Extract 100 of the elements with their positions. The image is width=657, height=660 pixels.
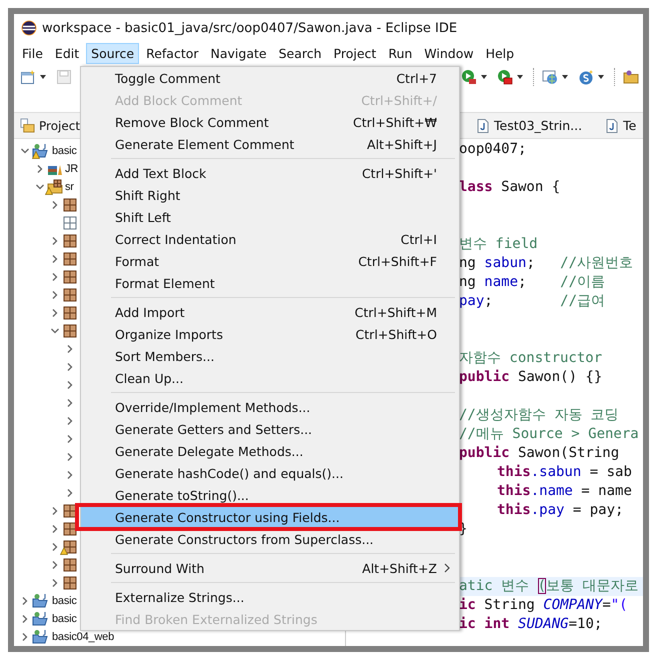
menu-item[interactable]: Generate toString()...	[81, 484, 459, 506]
collapse-chevron-icon[interactable]	[65, 452, 75, 462]
menu-item[interactable]: Run	[383, 43, 418, 64]
collapse-chevron-icon[interactable]	[50, 524, 60, 534]
eclipse-logo-icon	[21, 20, 37, 36]
code-line: lass Sawon {	[459, 179, 560, 195]
collapse-chevron-icon[interactable]	[65, 398, 75, 408]
menu-item[interactable]: Clean Up...	[81, 367, 459, 389]
menu-item[interactable]: Format Element	[81, 272, 459, 294]
collapse-chevron-icon[interactable]	[50, 200, 60, 210]
menu-item-label: Generate hashCode() and equals()...	[115, 466, 344, 480]
collapse-chevron-icon[interactable]	[65, 488, 75, 498]
shortcut-label: Ctrl+Shift+F	[358, 254, 437, 268]
collapse-chevron-icon[interactable]	[35, 164, 45, 174]
java-project-icon	[32, 593, 50, 609]
menu-item[interactable]: Sort Members...	[81, 345, 459, 367]
menu-item-label: Format Element	[115, 276, 216, 290]
caret-icon[interactable]	[597, 73, 605, 81]
collapse-chevron-icon[interactable]	[50, 290, 60, 300]
menu-item[interactable]: Generate Getters and Setters...	[81, 418, 459, 440]
folder-icon[interactable]	[623, 69, 639, 85]
collapse-chevron-icon[interactable]	[20, 596, 30, 606]
caret-icon[interactable]	[39, 73, 47, 81]
run-icon[interactable]	[461, 69, 477, 85]
collapse-chevron-icon[interactable]	[20, 632, 30, 642]
menu-item[interactable]: Shift Right	[81, 184, 459, 206]
collapse-chevron-icon[interactable]	[50, 560, 60, 570]
tree-item-label[interactable]: basic04_web	[52, 631, 114, 643]
expand-chevron-icon[interactable]	[50, 326, 60, 336]
collapse-chevron-icon[interactable]	[20, 614, 30, 624]
expand-chevron-icon[interactable]	[35, 182, 45, 192]
package-icon	[62, 323, 78, 339]
menu-item[interactable]: File	[17, 43, 48, 64]
tree-item-label[interactable]: basic	[52, 145, 77, 157]
menu-item[interactable]: Externalize Strings...	[81, 586, 459, 608]
package-icon	[62, 305, 78, 321]
empty-package-icon	[62, 215, 78, 231]
menu-item[interactable]: Generate hashCode() and equals()...	[81, 462, 459, 484]
menu-item-label: Sort Members...	[115, 348, 216, 364]
code-line: this.name = name	[497, 483, 632, 499]
menu-item[interactable]: Format Ctrl+Shift+F	[81, 250, 459, 272]
collapse-chevron-icon[interactable]	[50, 578, 60, 588]
collapse-chevron-icon[interactable]	[50, 506, 60, 516]
tree-item-label[interactable]: basic	[52, 595, 77, 607]
collapse-chevron-icon[interactable]	[65, 362, 75, 372]
menu-item[interactable]: Surround With Alt+Shift+Z	[81, 557, 459, 579]
menu-item-label: Format	[115, 254, 160, 268]
menu-item-label: Generate Constructors from Superclass...	[115, 532, 375, 546]
menu-item[interactable]: Toggle Comment Ctrl+7	[81, 67, 459, 89]
collapse-chevron-icon[interactable]	[65, 416, 75, 426]
editor-tab[interactable]: Test03_Strin...	[473, 116, 586, 135]
collapse-chevron-icon[interactable]	[50, 236, 60, 246]
code-line: this.sabun = sab	[497, 464, 632, 480]
menu-item[interactable]: Source	[86, 43, 140, 64]
menu-item[interactable]: Edit	[50, 43, 84, 64]
menu-item[interactable]: Window	[419, 43, 479, 64]
menu-item[interactable]: Correct Indentation Ctrl+I	[81, 228, 459, 250]
menu-item[interactable]: Navigate	[206, 43, 272, 64]
tree-item-label[interactable]: sr	[65, 181, 74, 193]
menu-item[interactable]: Search	[274, 43, 327, 64]
collapse-chevron-icon[interactable]	[65, 434, 75, 444]
collapse-chevron-icon[interactable]	[65, 380, 75, 390]
new-file-icon[interactable]	[20, 69, 36, 85]
collapse-chevron-icon[interactable]	[65, 344, 75, 354]
menu-item[interactable]: Organize Imports Ctrl+Shift+O	[81, 323, 459, 345]
java-file-icon	[606, 118, 618, 132]
menu-item-label: Override/Implement Methods...	[115, 400, 312, 414]
collapse-chevron-icon[interactable]	[50, 308, 60, 318]
collapse-chevron-icon[interactable]	[50, 542, 60, 552]
menu-item[interactable]: Shift Left	[81, 206, 459, 228]
collapse-chevron-icon[interactable]	[65, 470, 75, 480]
caret-icon[interactable]	[516, 73, 524, 81]
menu-item-label: Generate Element Comment	[115, 136, 296, 152]
warning-icon	[60, 547, 68, 555]
package-icon	[62, 287, 78, 303]
menu-item-label: Add Import	[115, 304, 186, 320]
menu-item[interactable]: Help	[480, 43, 520, 64]
menu-item[interactable]: Generate Delegate Methods...	[81, 440, 459, 462]
collapse-chevron-icon[interactable]	[50, 254, 60, 264]
tree-item-label[interactable]: JR	[65, 163, 78, 175]
menu-item[interactable]: Add Text Block Ctrl+Shift+'	[81, 162, 459, 184]
editor-tab[interactable]: Te	[602, 116, 640, 135]
menu-item-label: Generate Getters and Setters...	[115, 422, 314, 436]
code-line: atic 변수 (보통 대문자로	[459, 578, 638, 594]
code-line: //메뉴 Source > Genera	[459, 426, 639, 442]
caret-icon[interactable]	[561, 73, 569, 81]
caret-icon[interactable]	[480, 73, 488, 81]
menu-item[interactable]: Override/Implement Methods...	[81, 396, 459, 418]
menu-item-label: Clean Up...	[115, 370, 184, 386]
code-line: ic String COMPANY="(	[459, 597, 628, 613]
run-icon[interactable]	[497, 69, 513, 85]
menu-item[interactable]: Generate Constructors from Superclass...	[81, 528, 459, 550]
new-class-icon[interactable]	[578, 69, 594, 85]
menu-item[interactable]: Add Import Ctrl+Shift+M	[81, 301, 459, 323]
collapse-chevron-icon[interactable]	[50, 272, 60, 282]
tree-item-label[interactable]: basic	[52, 613, 77, 625]
expand-chevron-icon[interactable]	[20, 146, 30, 156]
menu-item[interactable]: Refactor	[141, 43, 204, 64]
menu-item-label: Generate toString()...	[115, 488, 250, 502]
menu-item[interactable]: Project	[328, 43, 382, 64]
